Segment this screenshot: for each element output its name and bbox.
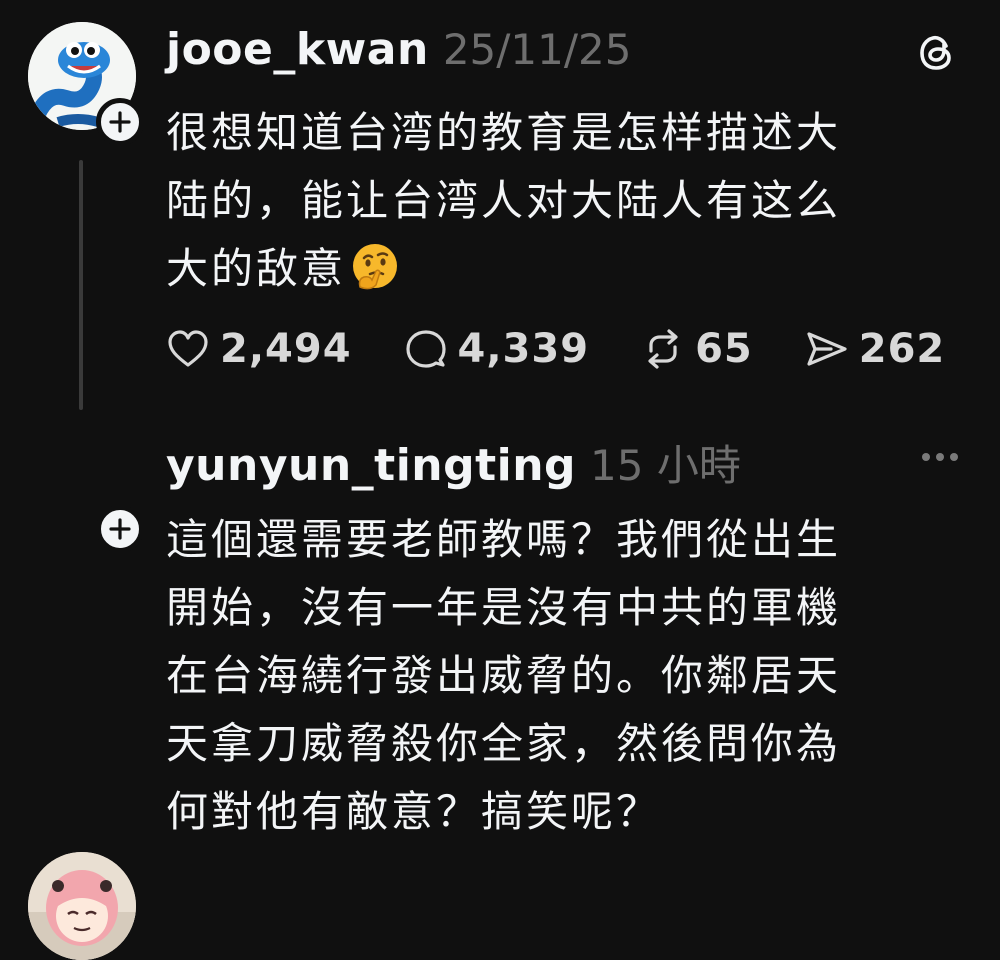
thinking-face-icon	[350, 241, 400, 311]
post-header: jooe_kwan 25/11/25	[166, 24, 631, 75]
repost-icon	[648, 329, 678, 369]
post-actions: 2,494 4,339 65 262	[166, 326, 997, 372]
timestamp: 25/11/25	[442, 25, 632, 74]
post-jooe-kwan: jooe_kwan 25/11/25 很想知道台湾的教育是怎样描述大 陆的，能让…	[0, 0, 1000, 420]
follow-button[interactable]	[96, 98, 144, 146]
comment-icon	[405, 330, 446, 368]
share-count: 262	[858, 326, 946, 372]
more-options-icon[interactable]	[920, 448, 960, 467]
post-header: yunyun_tingting 15 小時	[166, 432, 741, 493]
post-body-line: 陆的，能让台湾人对大陆人有这么	[166, 176, 842, 225]
repost-count: 65	[695, 326, 753, 372]
like-count: 2,494	[220, 326, 352, 372]
post-body-line: 這個還需要老師教嗎？我們從出生	[166, 515, 842, 564]
heart-icon	[168, 330, 208, 367]
username[interactable]: jooe_kwan	[166, 24, 429, 75]
repost-button[interactable]: 65	[641, 326, 753, 372]
plus-icon	[109, 111, 131, 133]
post-yunyun-tingting: yunyun_tingting 15 小時 這個還需要老師教嗎？我們從出生 開始…	[0, 420, 1000, 960]
follow-button[interactable]	[96, 505, 144, 553]
plus-icon	[109, 518, 131, 540]
share-button[interactable]: 262	[805, 326, 946, 372]
thread-connector-line	[79, 160, 83, 410]
post-body-line: 天拿刀威脅殺你全家，然後問你為	[166, 719, 842, 768]
reply-count: 4,339	[457, 326, 590, 372]
like-button[interactable]: 2,494	[166, 326, 352, 372]
post-body-line: 很想知道台湾的教育是怎样描述大	[166, 108, 842, 157]
threads-logo-icon[interactable]	[916, 32, 958, 78]
post-body: 這個還需要老師教嗎？我們從出生 開始，沒有一年是沒有中共的軍機 在台海繞行發出威…	[166, 506, 956, 846]
username[interactable]: yunyun_tingting	[166, 440, 576, 491]
avatar-yunyun-tingting[interactable]	[28, 852, 136, 960]
timestamp: 15 小時	[590, 441, 741, 490]
post-body: 很想知道台湾的教育是怎样描述大 陆的，能让台湾人对大陆人有这么 大的敌意	[166, 99, 956, 311]
post-body-line: 開始，沒有一年是沒有中共的軍機	[166, 583, 842, 632]
post-body-line: 在台海繞行發出威脅的。你鄰居天	[166, 651, 842, 700]
anime-girl-avatar-icon	[28, 852, 136, 960]
post-body-line: 何對他有敵意？搞笑呢？	[166, 787, 662, 836]
reply-button[interactable]: 4,339	[404, 326, 590, 372]
send-icon	[807, 332, 847, 366]
post-body-line: 大的敌意	[166, 244, 347, 293]
